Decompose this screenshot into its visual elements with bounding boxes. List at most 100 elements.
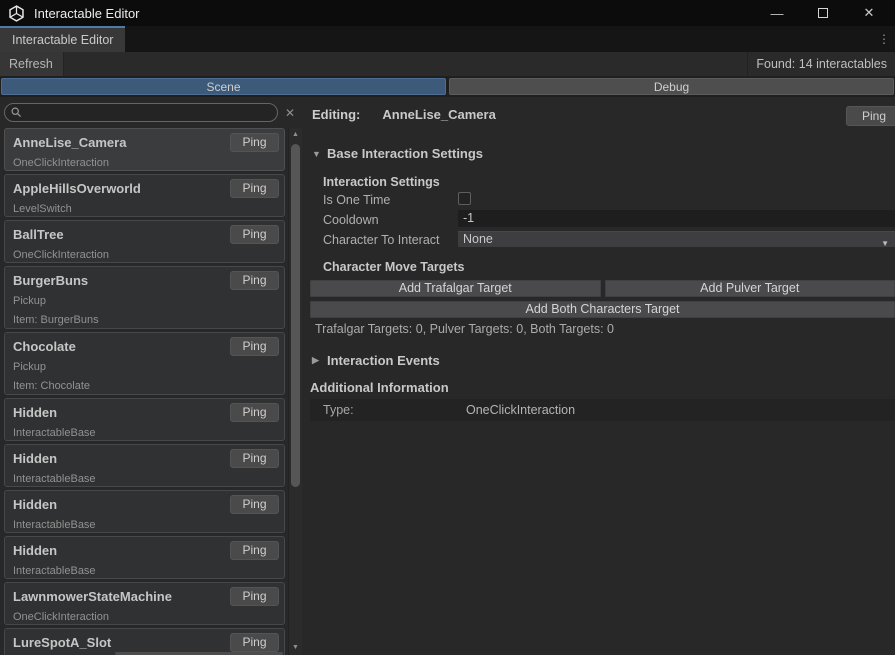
base-settings-title: Base Interaction Settings [327,146,483,161]
item-sublines: InteractableBase [13,519,276,532]
search-icon [11,107,22,118]
window-titlebar: Interactable Editor — ✕ [0,0,895,26]
type-label: Type: [323,403,466,417]
editing-ping-button[interactable]: Ping [846,106,895,126]
interaction-events-title: Interaction Events [327,353,440,368]
item-ping-button[interactable]: Ping [230,337,279,356]
cooldown-field[interactable]: -1 [458,210,895,227]
list-item[interactable]: BurgerBuns PickupItem: BurgerBuns Ping [4,266,285,329]
item-type-label: InteractableBase [13,519,276,532]
vertical-scrollbar[interactable]: ▲ ▼ [288,128,302,655]
add-pulver-target-button[interactable]: Add Pulver Target [605,280,895,297]
item-ping-button[interactable]: Ping [230,495,279,514]
view-tabs: Scene Debug [0,77,895,97]
scroll-down-icon[interactable]: ▼ [289,644,302,651]
interaction-settings-title: Interaction Settings [323,175,440,189]
item-ping-button[interactable]: Ping [230,541,279,560]
inspector-panel: Editing: AnneLise_Camera Ping ▼ Base Int… [302,97,895,655]
item-type-label: OneClickInteraction [13,611,276,624]
cooldown-label: Cooldown [323,213,379,227]
maximize-icon [818,8,828,18]
editor-tabbar: Interactable Editor ⋮ [0,26,895,52]
item-sublines: InteractableBase [13,427,276,440]
refresh-button[interactable]: Refresh [0,52,64,76]
scrollbar-thumb[interactable] [291,144,300,487]
kebab-menu-icon[interactable]: ⋮ [873,26,895,52]
item-sublines: InteractableBase [13,473,276,486]
list-item[interactable]: AnneLise_Camera OneClickInteraction Ping [4,128,285,171]
item-ping-button[interactable]: Ping [230,133,279,152]
item-type-label: Pickup [13,295,276,308]
item-type-label: OneClickInteraction [13,249,276,262]
scroll-up-icon[interactable]: ▲ [289,131,302,138]
tab-scene[interactable]: Scene [1,78,446,95]
dropdown-value: None [463,232,493,246]
item-type-label: OneClickInteraction [13,157,276,170]
interactable-editor-window: Interactable Editor — ✕ Interactable Edi… [0,0,895,655]
item-sublines: LevelSwitch [13,203,276,216]
list-item[interactable]: LawnmowerStateMachine OneClickInteractio… [4,582,285,625]
add-target-button-row: Add Trafalgar Target Add Pulver Target [310,280,895,297]
item-type-label: Pickup [13,361,276,374]
editing-value: AnneLise_Camera [382,107,495,122]
found-count-label: Found: 14 interactables [747,52,895,76]
interaction-events-foldout[interactable]: ▶ Interaction Events [312,353,440,368]
scene-list-panel: ✕ AnneLise_Camera OneClickInteraction Pi… [0,97,302,655]
list-item[interactable]: BallTree OneClickInteraction Ping [4,220,285,263]
targets-summary-label: Trafalgar Targets: 0, Pulver Targets: 0,… [315,322,614,336]
item-type-label: LevelSwitch [13,203,276,216]
item-type-label: InteractableBase [13,427,276,440]
foldout-closed-icon: ▶ [312,355,321,366]
toolbar-spacer [64,52,747,76]
type-value: OneClickInteraction [466,403,575,417]
list-item[interactable]: Hidden InteractableBase Ping [4,536,285,579]
additional-information-title: Additional Information [310,380,449,395]
search-input[interactable] [26,106,271,120]
item-ping-button[interactable]: Ping [230,587,279,606]
character-to-interact-dropdown[interactable]: None ▼ [458,231,895,247]
item-ping-button[interactable]: Ping [230,179,279,198]
type-row: Type: OneClickInteraction [310,399,895,421]
list-item[interactable]: Hidden InteractableBase Ping [4,444,285,487]
minimize-button[interactable]: — [761,0,793,26]
item-ping-button[interactable]: Ping [230,449,279,468]
item-ping-button[interactable]: Ping [230,225,279,244]
tab-interactable-editor[interactable]: Interactable Editor [0,26,125,52]
item-sublines: Pickup Item: BurgerBuns [13,295,276,327]
item-sublines: InteractableBase [13,565,276,578]
move-targets-title: Character Move Targets [323,260,465,274]
item-type-label: Item: Chocolate [13,380,276,393]
foldout-open-icon: ▼ [312,149,321,159]
list-item[interactable]: LureSpotA_Slot Ping [4,628,285,655]
list-item[interactable]: Hidden InteractableBase Ping [4,398,285,441]
maximize-button[interactable] [807,0,839,26]
is-one-time-checkbox[interactable] [458,192,471,205]
item-sublines: OneClickInteraction [13,611,276,624]
item-ping-button[interactable]: Ping [230,271,279,290]
window-controls: — ✕ [747,0,885,26]
search-row: ✕ [0,97,302,128]
list-item[interactable]: AppleHillsOverworld LevelSwitch Ping [4,174,285,217]
tab-debug[interactable]: Debug [449,78,894,95]
base-settings-foldout[interactable]: ▼ Base Interaction Settings [312,146,483,161]
editing-row: Editing: AnneLise_Camera [312,107,496,122]
unity-cube-icon [8,5,25,22]
item-ping-button[interactable]: Ping [230,403,279,422]
add-trafalgar-target-button[interactable]: Add Trafalgar Target [310,280,601,297]
item-sublines: OneClickInteraction [13,249,276,262]
item-type-label: InteractableBase [13,565,276,578]
item-type-label: Item: BurgerBuns [13,314,276,327]
search-box[interactable] [4,103,278,122]
item-ping-button[interactable]: Ping [230,633,279,652]
item-type-label: InteractableBase [13,473,276,486]
interactable-list: AnneLise_Camera OneClickInteraction Ping… [0,128,285,655]
add-both-targets-button[interactable]: Add Both Characters Target [310,301,895,318]
search-clear-icon[interactable]: ✕ [278,106,302,120]
toolbar: Refresh Found: 14 interactables [0,52,895,77]
list-item[interactable]: Hidden InteractableBase Ping [4,490,285,533]
chevron-down-icon: ▼ [881,236,889,251]
is-one-time-label: Is One Time [323,193,390,207]
character-to-interact-label: Character To Interact [323,233,440,247]
close-button[interactable]: ✕ [853,0,885,26]
list-item[interactable]: Chocolate PickupItem: Chocolate Ping [4,332,285,395]
